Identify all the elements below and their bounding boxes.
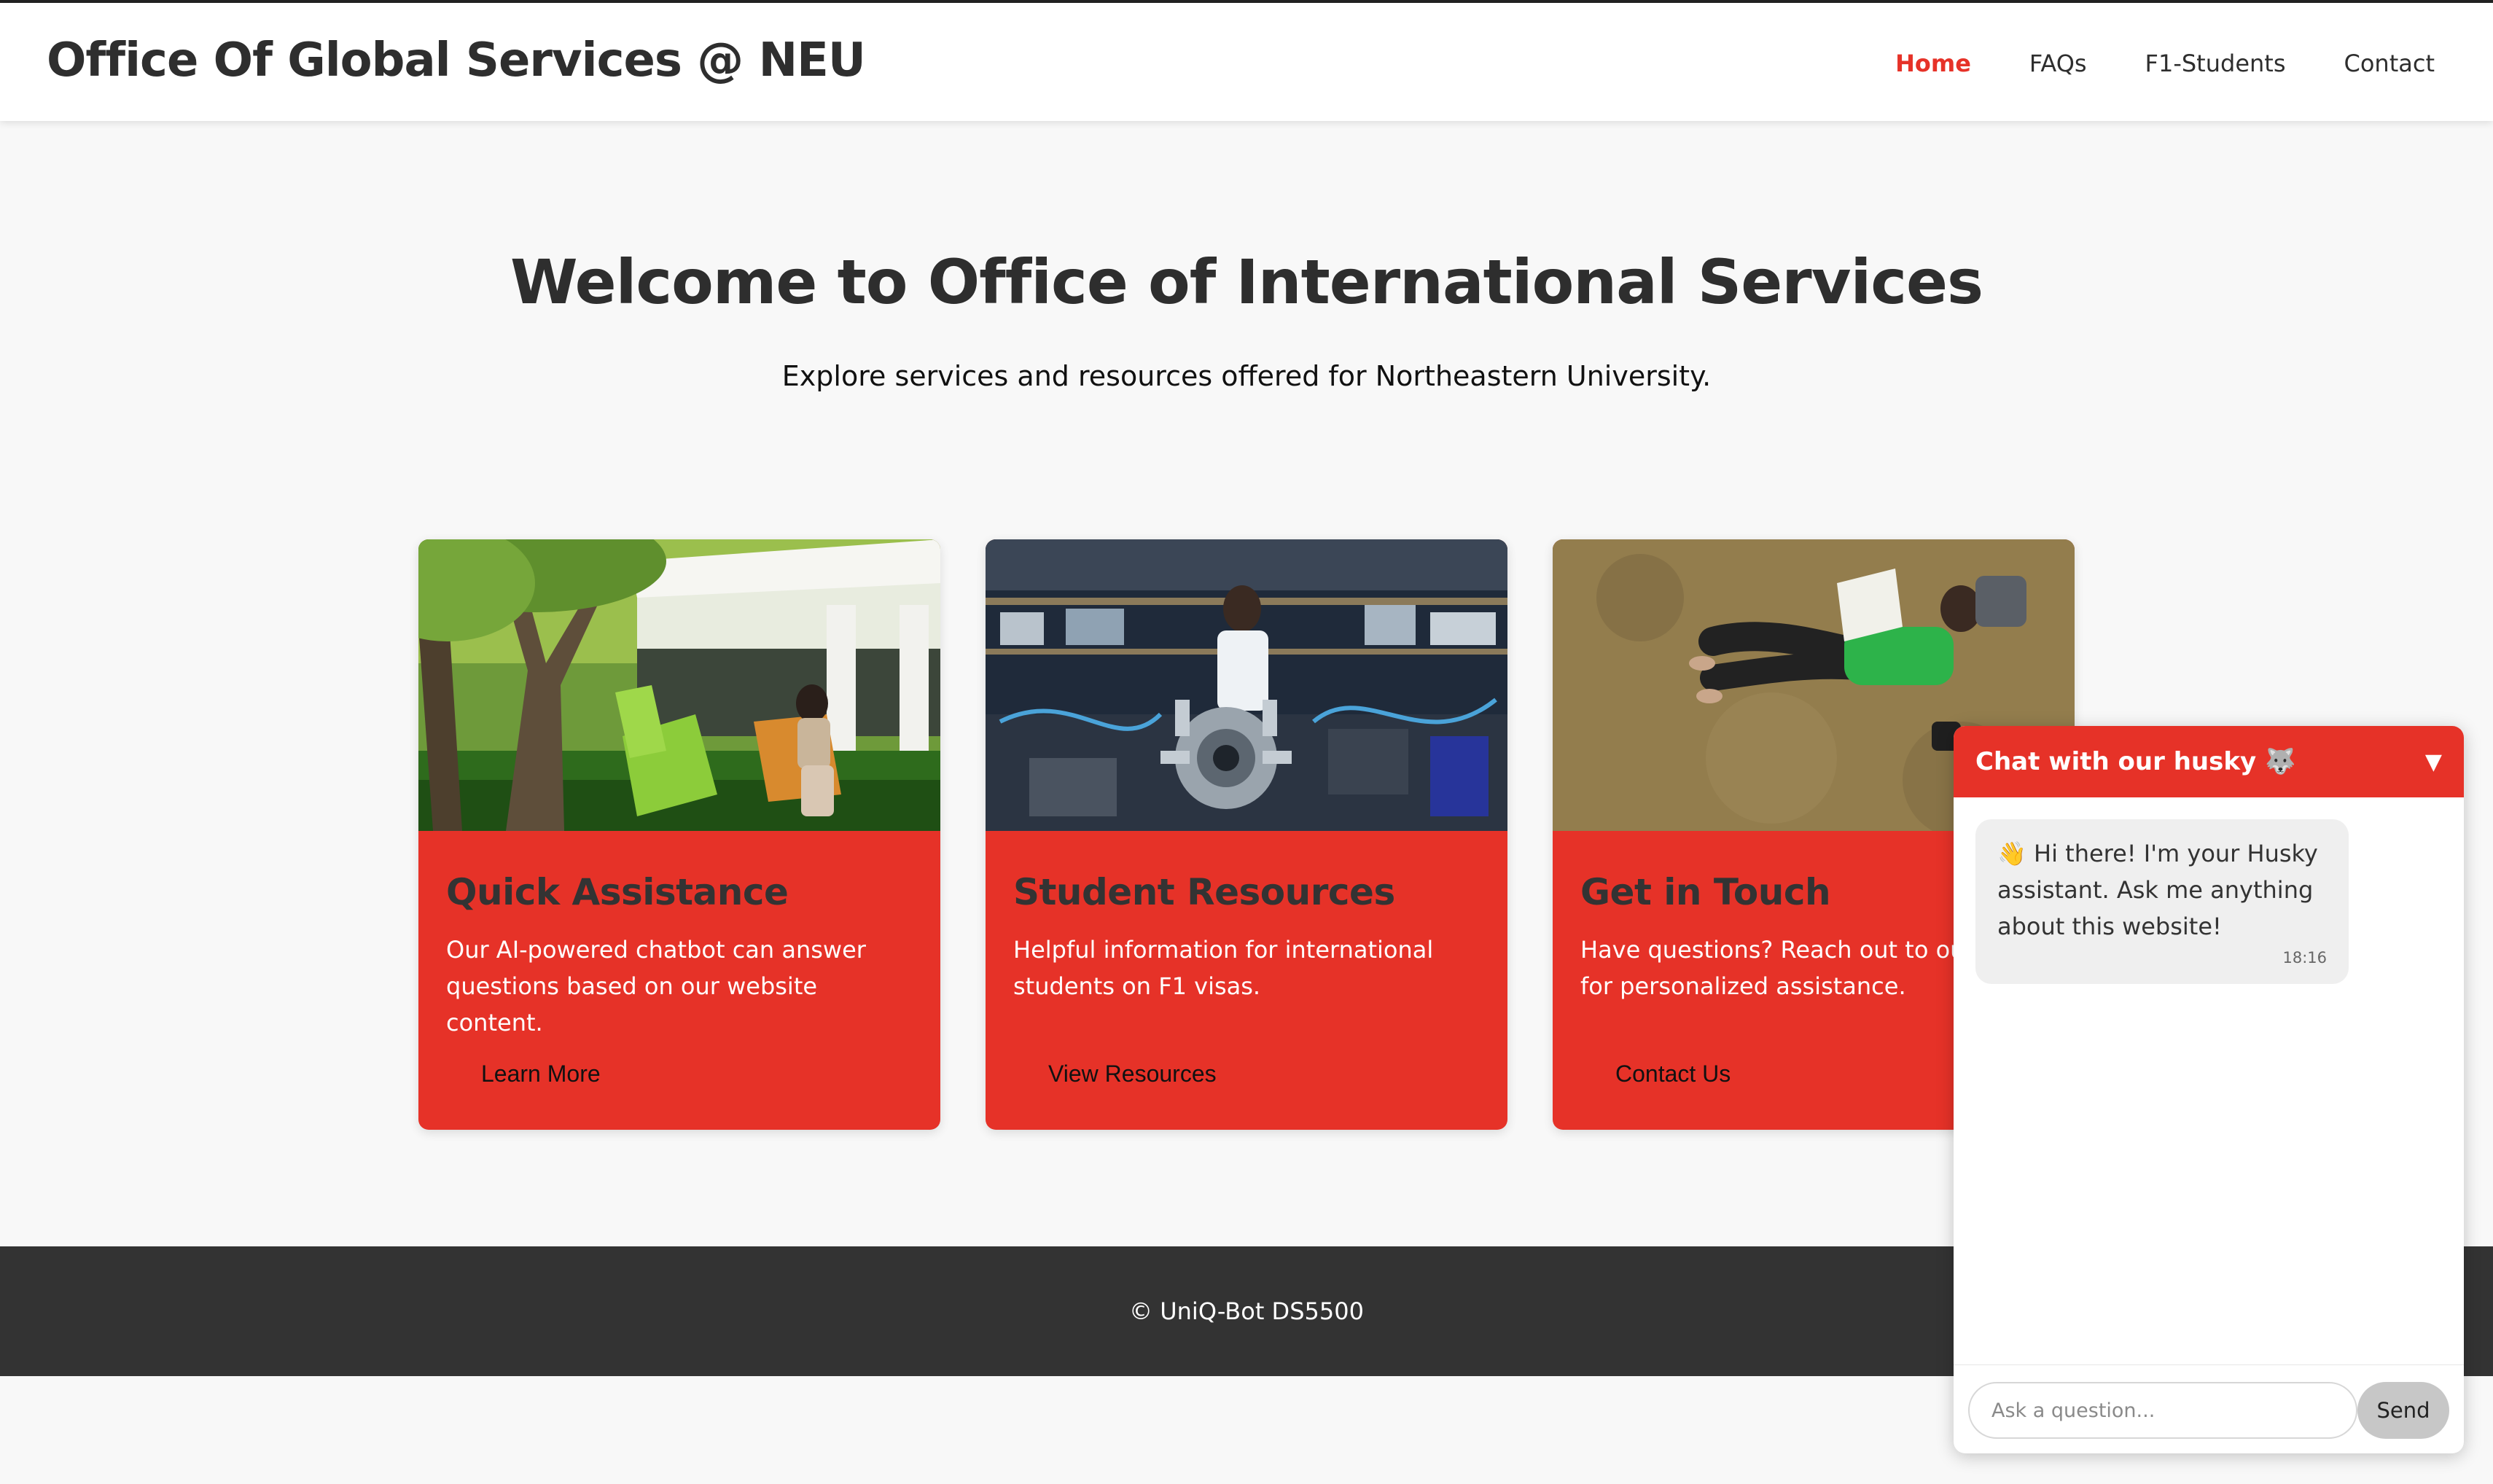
nav-f1-students-link[interactable]: F1-Students: [2145, 50, 2286, 77]
nav-contact-link[interactable]: Contact: [2344, 50, 2435, 77]
site-header: Office Of Global Services @ NEU Home FAQ…: [0, 3, 2493, 121]
chat-message-text: 👋 Hi there! I'm your Husky assistant. As…: [1997, 840, 2318, 940]
nav-faqs-link[interactable]: FAQs: [2029, 50, 2087, 77]
card-text: Our AI-powered chatbot can answer questi…: [446, 936, 866, 1036]
card-student-resources: Student Resources Helpful information fo…: [986, 539, 1507, 1130]
card-title: Student Resources: [1013, 871, 1395, 913]
chat-input[interactable]: [1968, 1382, 2357, 1439]
card-quick-assistance: Quick Assistance Our AI-powered chatbot …: [418, 539, 940, 1130]
card-title: Get in Touch: [1580, 871, 1831, 913]
chat-title: Chat with our husky 🐺: [1975, 747, 2296, 776]
hero-subtitle: Explore services and resources offered f…: [781, 360, 1712, 392]
researcher-in-lab-photo: [986, 539, 1507, 831]
learn-more-button[interactable]: Learn More: [446, 1048, 636, 1099]
footer-copyright: © UniQ-Bot DS5500: [1129, 1297, 1364, 1325]
chat-message-time: 18:16: [2282, 949, 2327, 966]
contact-us-button[interactable]: Contact Us: [1580, 1048, 1766, 1099]
chat-divider: [1954, 1364, 2464, 1365]
site-brand[interactable]: Office Of Global Services @ NEU: [47, 34, 866, 87]
send-button[interactable]: Send: [2357, 1382, 2449, 1439]
view-resources-button[interactable]: View Resources: [1013, 1048, 1252, 1099]
card-title: Quick Assistance: [446, 871, 789, 913]
chevron-down-icon[interactable]: ▼: [2425, 749, 2442, 775]
nav-home-link[interactable]: Home: [1895, 50, 1971, 77]
main-nav: Home FAQs F1-Students Contact: [1837, 50, 2435, 77]
hero-title: Welcome to Office of International Servi…: [510, 246, 1983, 318]
chat-message-bubble: 👋 Hi there! I'm your Husky assistant. As…: [1975, 819, 2349, 984]
student-relaxing-outdoors-photo: [418, 539, 940, 831]
chat-header[interactable]: Chat with our husky 🐺 ▼: [1954, 726, 2464, 797]
chat-widget: Chat with our husky 🐺 ▼ 👋 Hi there! I'm …: [1954, 726, 2464, 1453]
card-text: Helpful information for international st…: [1013, 936, 1434, 1000]
